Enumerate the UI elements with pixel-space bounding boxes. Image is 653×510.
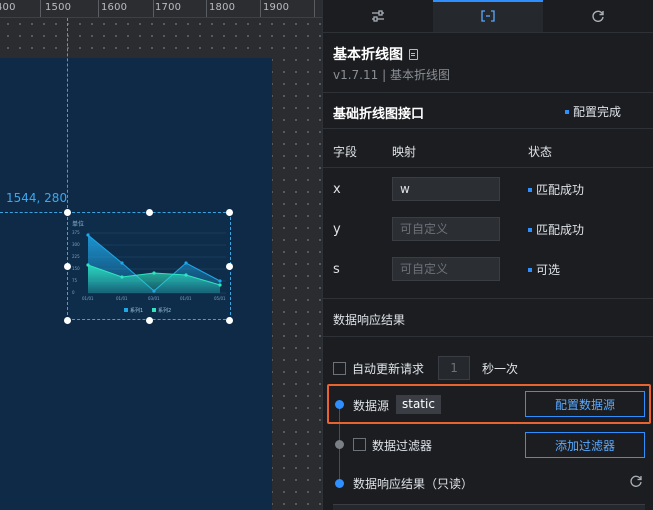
auto-update-suffix: 秒一次: [482, 361, 519, 376]
x-tick-label: 03/01: [148, 296, 160, 301]
resize-handle-ne[interactable]: [226, 209, 233, 216]
y-tick-label: 225: [72, 254, 80, 259]
response-readonly-label: 数据响应结果（只读）: [353, 477, 474, 491]
field-status-x: 匹配成功: [528, 181, 584, 198]
app-root: 400 1500 1600 1700 1800 1900 1544, 280: [0, 0, 653, 510]
component-title-text: 基本折线图: [333, 47, 403, 63]
mini-line-chart: 单位 375 300 225 150 75 0 01/01 01/01 03/01 01/…: [72, 220, 226, 314]
response-code-view[interactable]: [333, 504, 645, 510]
vertical-guide-line: [67, 18, 68, 213]
horizontal-ruler[interactable]: 400 1500 1600 1700 1800 1900: [0, 0, 322, 18]
auto-update-interval-input[interactable]: 1: [438, 356, 471, 380]
resize-handle-nw[interactable]: [64, 209, 71, 216]
ruler-label: 1900: [263, 2, 290, 13]
x-tick-label: 01/01: [180, 296, 192, 301]
y-tick-label: 300: [72, 242, 80, 247]
response-step-dot: [335, 479, 344, 488]
ruler-label: 1700: [155, 2, 182, 13]
y-tick-label: 375: [72, 230, 80, 235]
legend-series2: 系列2: [158, 307, 171, 314]
ruler-label: 1500: [45, 2, 72, 13]
sliders-icon: [372, 10, 384, 22]
auto-update-checkbox[interactable]: [333, 361, 346, 375]
filter-checkbox[interactable]: [353, 438, 366, 451]
field-mapping-s[interactable]: 可自定义: [392, 257, 500, 281]
auto-update-row: 自动更新请求 1 秒一次: [333, 356, 518, 380]
x-tick-label: 01/01: [116, 296, 128, 301]
resize-handle-n[interactable]: [146, 209, 153, 216]
field-status-text: 匹配成功: [536, 183, 585, 197]
y-tick-label: 0: [72, 290, 75, 295]
legend-series1: 系列1: [130, 307, 143, 314]
tab-interaction[interactable]: [543, 0, 653, 32]
horizontal-guide-line: [0, 212, 67, 213]
datasource-label: 数据源: [353, 399, 390, 413]
config-datasource-button[interactable]: 配置数据源: [525, 391, 645, 417]
interface-status-text: 配置完成: [572, 105, 621, 119]
field-status-y: 匹配成功: [528, 221, 584, 238]
divider: [323, 336, 653, 337]
datasource-step-dot: [335, 400, 344, 409]
header-status: 状态: [528, 145, 553, 159]
divider: [323, 298, 653, 299]
resize-handle-w[interactable]: [64, 263, 71, 270]
x-tick-label: 05/01: [214, 296, 226, 301]
add-filter-button[interactable]: 添加过滤器: [525, 432, 645, 458]
bracket-data-icon: [481, 10, 495, 22]
resize-handle-s[interactable]: [146, 317, 153, 324]
divider: [323, 92, 653, 93]
field-mapping-y[interactable]: 可自定义: [392, 217, 500, 241]
refresh-cycle-icon: [592, 10, 604, 22]
panel-tabs: [323, 0, 653, 33]
editor-canvas[interactable]: 400 1500 1600 1700 1800 1900 1544, 280: [0, 0, 322, 510]
status-dot-icon: [528, 227, 532, 232]
resize-handle-se[interactable]: [226, 317, 233, 324]
field-status-s: 可选: [528, 261, 560, 278]
doc-icon[interactable]: [409, 48, 418, 60]
response-title: 数据响应结果: [333, 313, 406, 327]
field-mapping-x[interactable]: w: [392, 177, 500, 201]
selected-line-chart-widget[interactable]: 单位 375 300 225 150 75 0 01/01 01/01 03/0…: [64, 209, 233, 324]
field-status-text: 可选: [536, 263, 561, 277]
tab-style[interactable]: [323, 0, 433, 32]
ruler-label: 1800: [209, 2, 236, 13]
datasource-type-tag: static: [396, 395, 441, 414]
component-title: 基本折线图: [333, 44, 418, 64]
auto-update-label: 自动更新请求: [352, 361, 425, 376]
resize-handle-e[interactable]: [226, 263, 233, 270]
field-name-x: x: [333, 182, 341, 197]
refresh-icon[interactable]: [629, 474, 643, 488]
filter-label: 数据过滤器: [372, 439, 433, 453]
field-name-y: y: [333, 222, 341, 237]
header-mapping: 映射: [392, 145, 417, 159]
divider: [323, 128, 653, 129]
tab-data[interactable]: [433, 0, 543, 32]
position-readout: 1544, 280: [6, 191, 68, 205]
mini-chart-title: 单位: [72, 220, 84, 228]
status-dot-icon: [564, 109, 569, 114]
x-tick-label: 01/01: [82, 296, 94, 301]
status-dot-icon: [528, 267, 532, 272]
resize-handle-sw[interactable]: [64, 317, 71, 324]
status-dot-icon: [528, 187, 532, 192]
interface-status: 配置完成: [564, 103, 621, 120]
field-name-s: s: [333, 262, 340, 277]
y-tick-label: 150: [72, 266, 80, 271]
y-tick-label: 75: [72, 278, 78, 283]
config-panel: 基本折线图 v1.7.11 | 基本折线图 基础折线图接口 配置完成 字段 映射…: [322, 0, 653, 510]
ruler-label: 400: [0, 2, 16, 13]
field-status-text: 匹配成功: [536, 223, 585, 237]
divider: [323, 167, 653, 168]
filter-step-dot: [335, 440, 344, 449]
version-label: v1.7.11 | 基本折线图: [333, 68, 450, 82]
header-field: 字段: [333, 145, 358, 159]
ruler-label: 1600: [101, 2, 128, 13]
interface-title: 基础折线图接口: [333, 107, 425, 122]
